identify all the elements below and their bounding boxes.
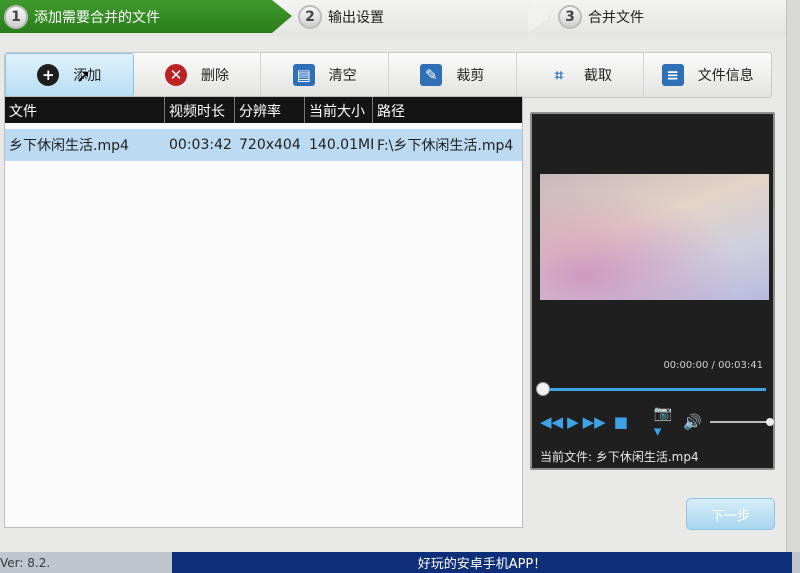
step-1[interactable]: 1 添加需要合并的文件 [4,0,160,33]
step-3-label: 合并文件 [588,9,644,26]
volume-slider[interactable] [709,418,774,426]
row-resolution: 720x404 [239,137,301,153]
file-list-header: 文件 视频时长 分辨率 当前大小 路径 [5,97,522,123]
current-file-label: 当前文件: 乡下休闲生活.mp4 [540,450,699,464]
time-readout: 00:00:00 / 00:03:41 [663,360,763,371]
trim-label: 裁剪 [456,68,485,84]
volume-handle[interactable] [766,418,774,426]
camera-icon[interactable]: 📷▾ [654,404,679,440]
mouse-cursor-icon: ➚ [76,66,92,87]
step-1-label: 添加需要合并的文件 [34,9,160,26]
stop-icon[interactable]: ■ [614,413,628,431]
add-button[interactable]: + 添加 [5,53,134,97]
step-1-number: 1 [4,4,28,29]
play-icon[interactable]: ▶ [567,413,579,431]
fast-forward-icon[interactable]: ▶▶ [583,413,606,431]
step-2-label: 输出设置 [328,9,384,26]
file-info-button[interactable]: ≡ 文件信息 [644,53,771,97]
video-frame [540,174,769,300]
document-icon: ≡ [661,64,684,86]
clear-button[interactable]: ▤ 清空 [261,53,390,97]
crop-label: 截取 [584,68,613,84]
playback-controls: ◀◀ ▶ ▶▶ ■ 📷▾ 🔊 [540,404,774,440]
file-list[interactable]: 文件 视频时长 分辨率 当前大小 路径 乡下休闲生活.mp4 00:03:42 … [4,96,523,528]
step-3-number: 3 [558,4,582,29]
row-size: 140.01MB [309,137,373,153]
rewind-icon[interactable]: ◀◀ [540,413,563,431]
file-info-label: 文件信息 [697,68,754,84]
step-2-number: 2 [298,4,322,29]
edit-icon: ✎ [420,64,443,86]
crop-button[interactable]: ⌗ 截取 [517,53,645,97]
version-label: Ver: 8.2. [0,556,51,570]
plus-icon: + [37,64,60,86]
seek-handle[interactable] [536,382,550,396]
row-duration: 00:03:42 [169,137,232,153]
volume-icon[interactable]: 🔊 [683,413,702,431]
video-preview-panel: 00:00:00 / 00:03:41 ◀◀ ▶ ▶▶ ■ 📷▾ 🔊 当前文件:… [530,112,775,470]
row-file-name: 乡下休闲生活.mp4 [9,138,129,154]
trim-button[interactable]: ✎ 裁剪 [389,53,517,97]
step-2[interactable]: 2 输出设置 [298,0,384,33]
clear-label: 清空 [328,68,357,84]
column-file[interactable]: 文件 [5,97,165,123]
column-size[interactable]: 当前大小 [305,97,373,123]
step-separator [528,0,550,33]
step-3[interactable]: 3 合并文件 [558,0,644,33]
column-resolution[interactable]: 分辨率 [235,97,305,123]
seek-bar[interactable] [542,388,766,391]
row-path: F:\乡下休闲生活.mp4 [377,138,514,154]
trash-icon: ▤ [292,64,315,86]
next-button[interactable]: 下一步 [686,498,775,530]
delete-button[interactable]: ✕ 删除 [134,53,262,97]
table-row[interactable]: 乡下休闲生活.mp4 00:03:42 720x404 140.01MB F:\… [5,129,522,161]
column-duration[interactable]: 视频时长 [165,97,235,123]
wizard-steps: 1 添加需要合并的文件 2 输出设置 3 合并文件 [0,0,790,36]
toolbar: + 添加 ✕ 删除 ▤ 清空 ✎ 裁剪 ⌗ 截取 ≡ 文件信息 [4,52,772,98]
delete-icon: ✕ [165,64,187,86]
crop-icon: ⌗ [554,66,564,84]
right-edge-strip [786,0,800,573]
column-path[interactable]: 路径 [373,97,518,123]
delete-label: 删除 [201,68,229,84]
promo-banner[interactable]: 好玩的安卓手机APP！ [172,552,792,573]
